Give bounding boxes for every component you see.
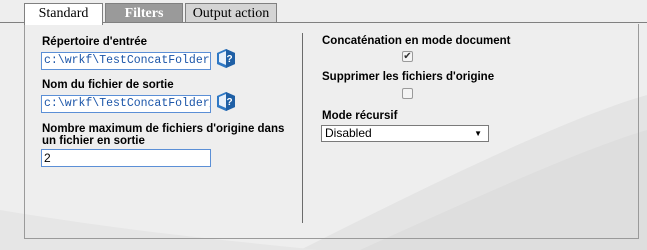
input-dir-label: Répertoire d'entrée [42,36,147,48]
output-file-field[interactable]: c:\wrkf\TestConcatFolder_S\f [41,95,211,113]
book-help-icon[interactable]: ? [215,47,237,69]
delete-src-checkbox[interactable] [402,88,413,99]
max-files-label-line2: un fichier en sortie [42,135,145,147]
max-files-field[interactable]: 2 [41,149,211,167]
delete-src-label: Supprimer les fichiers d'origine [322,71,495,83]
column-divider [302,33,303,223]
recursive-select[interactable]: Disabled ▼ [321,125,489,142]
input-dir-field[interactable]: c:\wrkf\TestConcatFolder [41,52,211,70]
tab-output-action[interactable]: Output action [185,3,277,23]
dropdown-arrow-icon: ▼ [474,129,482,138]
tab-filters[interactable]: Filters [105,3,183,23]
recursive-select-value: Disabled [325,126,372,140]
svg-text:?: ? [226,54,232,65]
output-file-label: Nom du fichier de sortie [42,79,174,91]
tab-standard[interactable]: Standard [24,3,103,25]
concat-doc-checkbox[interactable]: ✔ [402,51,413,62]
recursive-label: Mode récursif [322,110,398,122]
concat-doc-label: Concaténation en mode document [322,35,511,47]
svg-text:?: ? [226,97,232,108]
book-help-icon[interactable]: ? [215,90,237,112]
